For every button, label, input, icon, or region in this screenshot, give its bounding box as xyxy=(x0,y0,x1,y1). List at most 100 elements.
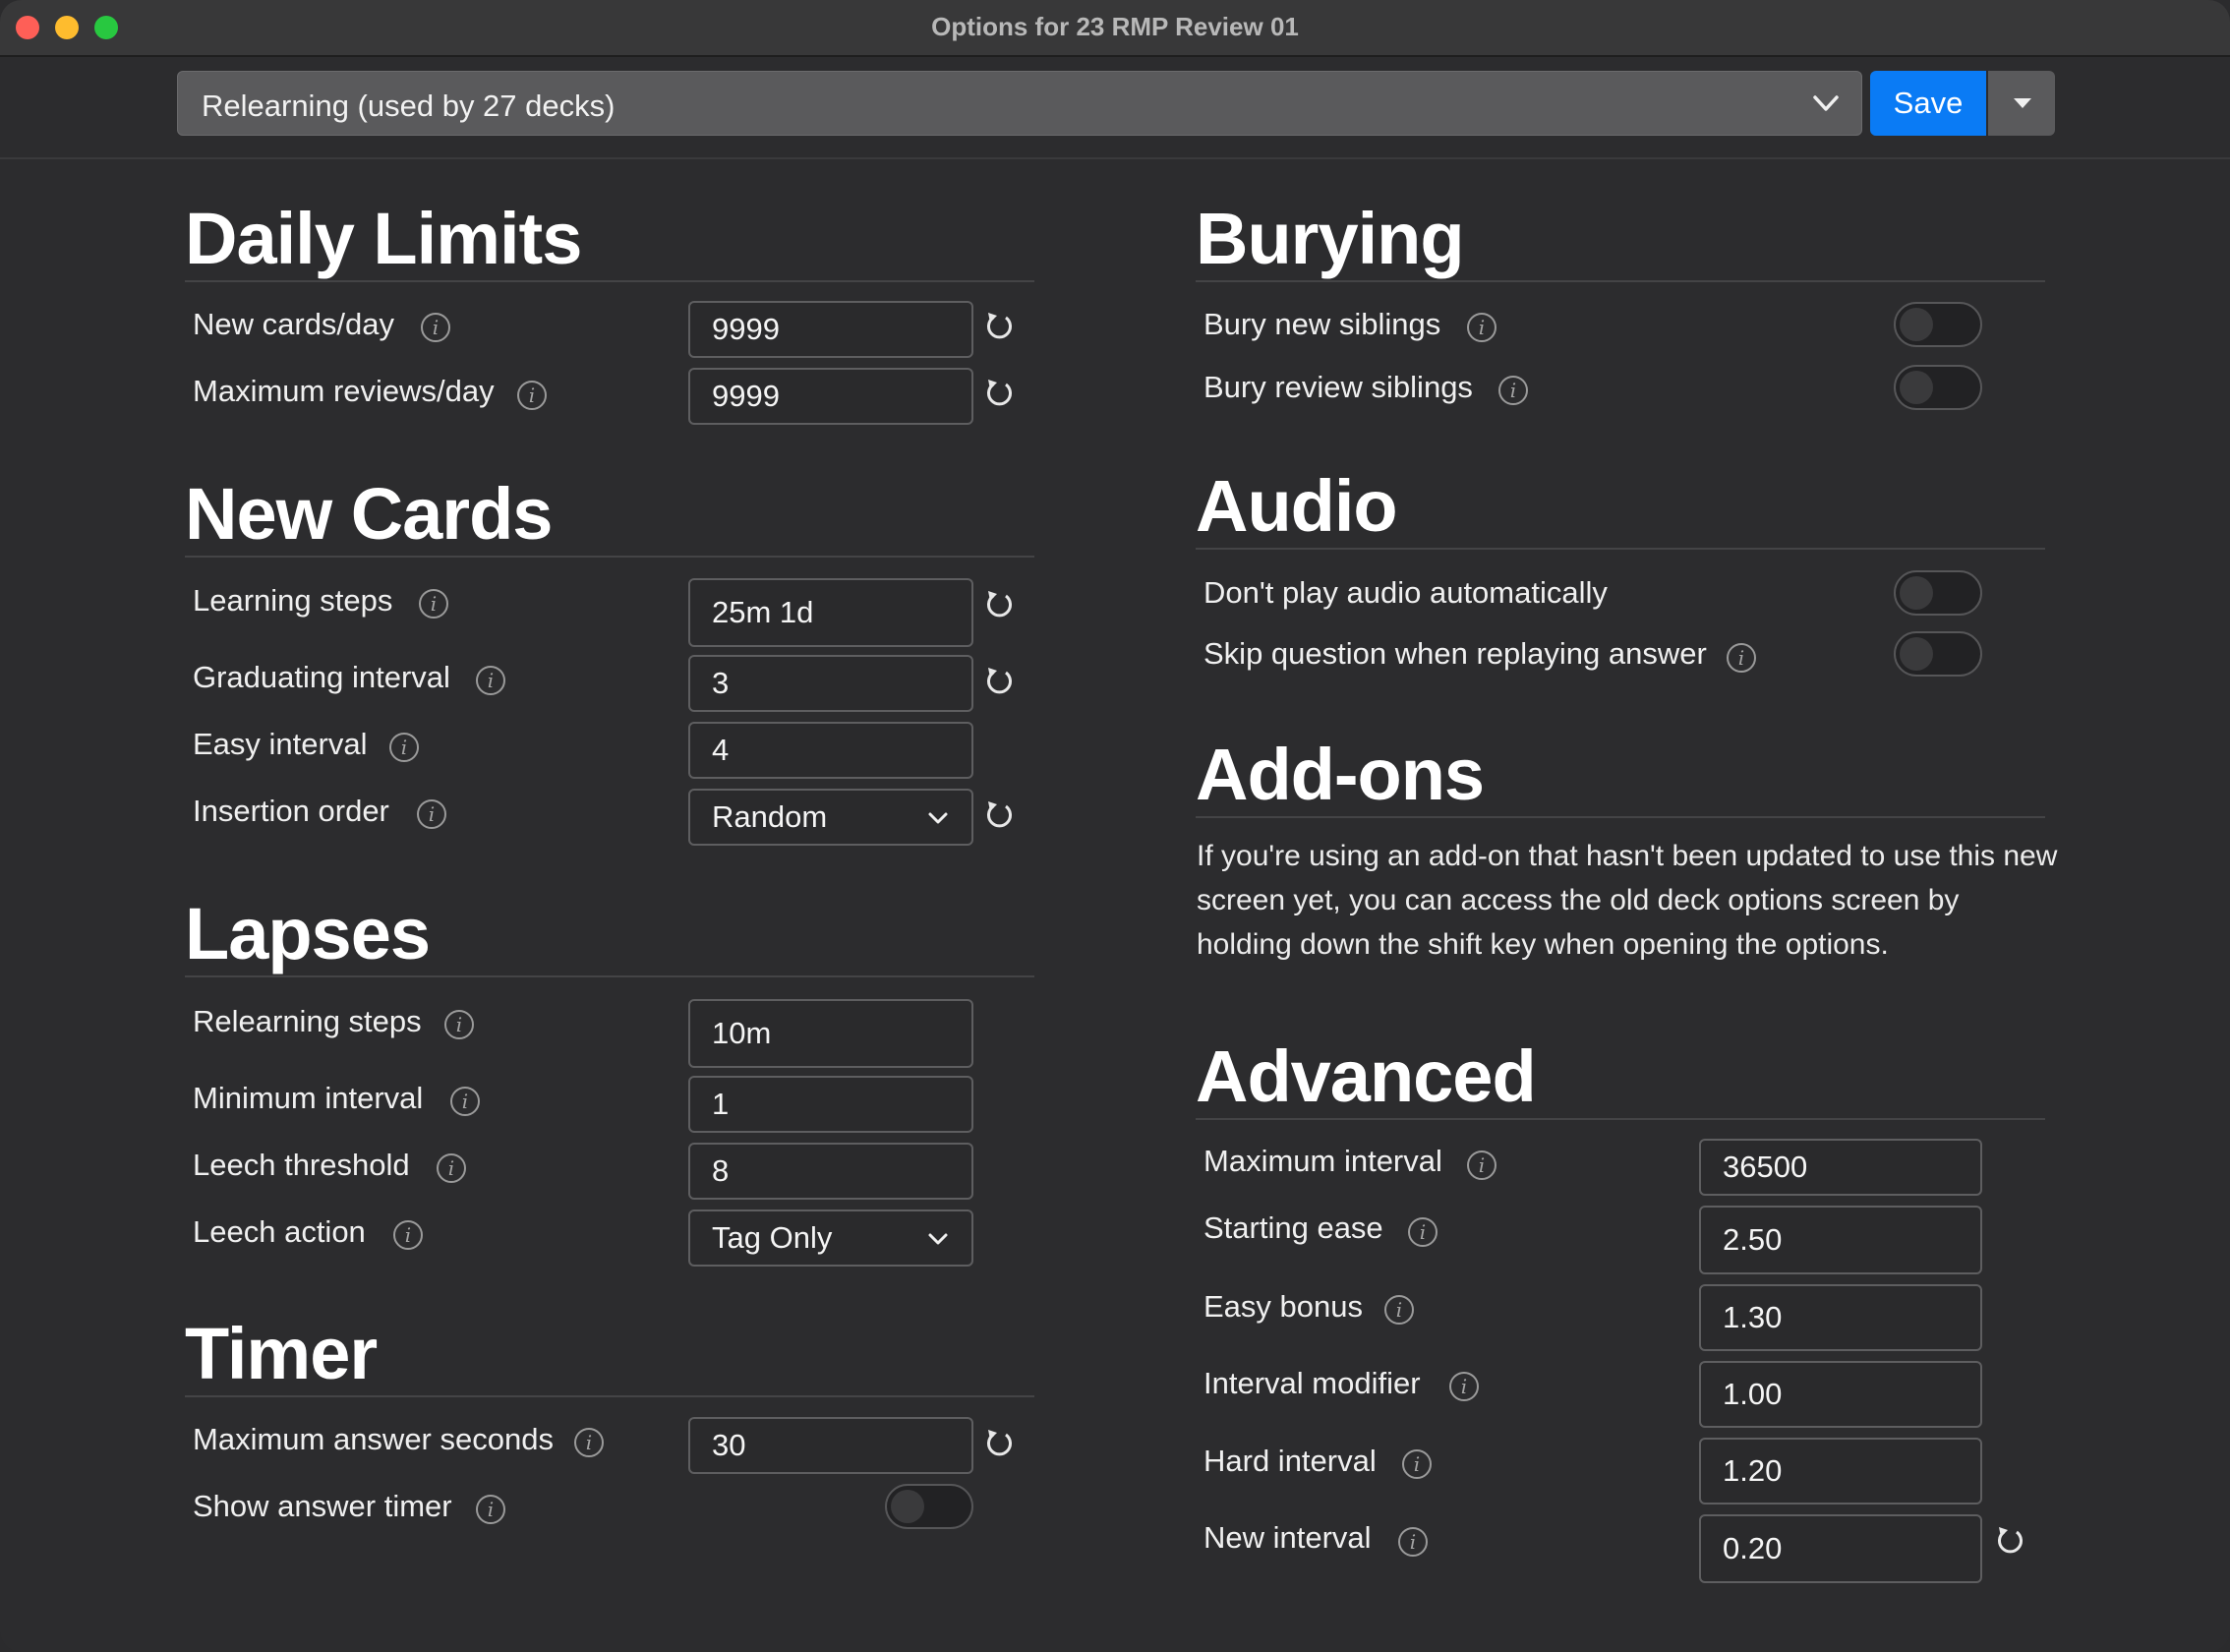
chevron-down-icon xyxy=(1813,95,1839,111)
new-interval-label: New interval xyxy=(1203,1520,1372,1555)
dont-play-audio-toggle[interactable] xyxy=(1894,570,1982,616)
bury-review-siblings-toggle[interactable] xyxy=(1894,365,1982,410)
timer-heading: Timer xyxy=(185,1313,378,1394)
maximum-interval-input[interactable]: 36500 xyxy=(1699,1139,1982,1196)
info-icon[interactable]: i xyxy=(417,799,446,829)
info-icon[interactable]: i xyxy=(1384,1295,1414,1325)
save-options-dropdown-button[interactable] xyxy=(1988,71,2055,136)
info-icon[interactable]: i xyxy=(574,1428,604,1457)
new-cards-heading: New Cards xyxy=(185,473,553,555)
reset-icon[interactable] xyxy=(982,377,1016,410)
maximum-reviews-per-day-label: Maximum reviews/day xyxy=(193,374,495,408)
bury-review-siblings-label: Bury review siblings xyxy=(1203,370,1473,404)
insertion-order-label: Insertion order xyxy=(193,794,389,828)
info-icon[interactable]: i xyxy=(1467,1150,1496,1180)
skip-question-toggle[interactable] xyxy=(1894,631,1982,677)
divider xyxy=(1196,816,2045,818)
info-icon[interactable]: i xyxy=(476,666,505,695)
learning-steps-label: Learning steps xyxy=(193,583,393,618)
easy-interval-label: Easy interval xyxy=(193,727,368,761)
bury-new-siblings-toggle[interactable] xyxy=(1894,302,1982,347)
info-icon[interactable]: i xyxy=(389,733,419,762)
learning-steps-input[interactable]: 25m 1d xyxy=(688,578,973,647)
leech-action-value: Tag Only xyxy=(712,1220,833,1255)
daily-limits-heading: Daily Limits xyxy=(185,198,582,279)
divider xyxy=(1196,1118,2045,1120)
preset-selector[interactable]: Relearning (used by 27 decks) xyxy=(177,71,1862,136)
show-answer-timer-toggle[interactable] xyxy=(885,1484,973,1529)
dont-play-audio-label: Don't play audio automatically xyxy=(1203,575,1608,610)
advanced-heading: Advanced xyxy=(1196,1035,1537,1117)
info-icon[interactable]: i xyxy=(437,1153,466,1183)
hard-interval-input[interactable]: 1.20 xyxy=(1699,1438,1982,1504)
toggle-knob xyxy=(1900,637,1933,671)
info-icon[interactable]: i xyxy=(1408,1217,1438,1247)
info-icon[interactable]: i xyxy=(1449,1372,1479,1401)
relearning-steps-input[interactable]: 10m xyxy=(688,999,973,1068)
starting-ease-label: Starting ease xyxy=(1203,1210,1383,1245)
info-icon[interactable]: i xyxy=(450,1087,480,1116)
bury-new-siblings-label: Bury new siblings xyxy=(1203,307,1441,341)
toggle-knob xyxy=(891,1490,924,1523)
divider xyxy=(185,280,1034,282)
leech-threshold-label: Leech threshold xyxy=(193,1148,410,1182)
insertion-order-value: Random xyxy=(712,799,828,834)
new-cards-per-day-input[interactable]: 9999 xyxy=(688,301,973,358)
graduating-interval-input[interactable]: 3 xyxy=(688,655,973,712)
info-icon[interactable]: i xyxy=(1398,1527,1428,1557)
toggle-knob xyxy=(1900,371,1933,404)
divider xyxy=(185,975,1034,977)
info-icon[interactable]: i xyxy=(421,313,450,342)
caret-down-icon xyxy=(2014,98,2031,108)
divider xyxy=(185,556,1034,558)
title-bar: Options for 23 RMP Review 01 xyxy=(0,0,2230,57)
info-icon[interactable]: i xyxy=(444,1010,474,1039)
window-title: Options for 23 RMP Review 01 xyxy=(931,12,1299,41)
new-interval-input[interactable]: 0.20 xyxy=(1699,1514,1982,1583)
deck-options-window: Options for 23 RMP Review 01 Relearning … xyxy=(0,0,2230,1652)
save-button[interactable]: Save xyxy=(1870,71,1986,136)
preset-toolbar: Relearning (used by 27 decks) Save xyxy=(0,57,2230,159)
leech-threshold-input[interactable]: 8 xyxy=(688,1143,973,1200)
reset-icon[interactable] xyxy=(982,1427,1016,1460)
minimum-interval-label: Minimum interval xyxy=(193,1081,424,1115)
lapses-heading: Lapses xyxy=(185,893,431,974)
relearning-steps-label: Relearning steps xyxy=(193,1004,422,1038)
leech-action-select[interactable]: Tag Only xyxy=(688,1210,973,1267)
leech-action-label: Leech action xyxy=(193,1214,366,1249)
addons-heading: Add-ons xyxy=(1196,734,1485,815)
info-icon[interactable]: i xyxy=(1402,1449,1432,1479)
info-icon[interactable]: i xyxy=(1467,313,1496,342)
burying-heading: Burying xyxy=(1196,198,1465,279)
skip-question-label: Skip question when replaying answer xyxy=(1203,636,1707,671)
chevron-down-icon xyxy=(928,1233,948,1245)
audio-heading: Audio xyxy=(1196,465,1398,547)
reset-icon[interactable] xyxy=(982,588,1016,621)
addons-description: If you're using an add-on that hasn't be… xyxy=(1197,840,2058,961)
reset-icon[interactable] xyxy=(982,798,1016,832)
reset-icon[interactable] xyxy=(1993,1524,2026,1558)
reset-icon[interactable] xyxy=(982,665,1016,698)
maximum-answer-seconds-input[interactable]: 30 xyxy=(688,1417,973,1474)
insertion-order-select[interactable]: Random xyxy=(688,789,973,846)
starting-ease-input[interactable]: 2.50 xyxy=(1699,1206,1982,1274)
chevron-down-icon xyxy=(928,812,948,824)
reset-icon[interactable] xyxy=(982,310,1016,343)
show-answer-timer-label: Show answer timer xyxy=(193,1489,452,1523)
interval-modifier-label: Interval modifier xyxy=(1203,1366,1421,1400)
info-icon[interactable]: i xyxy=(1727,643,1756,673)
maximum-reviews-per-day-input[interactable]: 9999 xyxy=(688,368,973,425)
minimum-interval-input[interactable]: 1 xyxy=(688,1076,973,1133)
easy-interval-input[interactable]: 4 xyxy=(688,722,973,779)
info-icon[interactable]: i xyxy=(393,1220,423,1250)
info-icon[interactable]: i xyxy=(419,589,448,619)
info-icon[interactable]: i xyxy=(1498,376,1528,405)
info-icon[interactable]: i xyxy=(476,1495,505,1524)
easy-bonus-input[interactable]: 1.30 xyxy=(1699,1284,1982,1351)
info-icon[interactable]: i xyxy=(517,381,547,410)
maximum-interval-label: Maximum interval xyxy=(1203,1144,1442,1178)
divider xyxy=(1196,280,2045,282)
divider xyxy=(185,1395,1034,1397)
toggle-knob xyxy=(1900,308,1933,341)
interval-modifier-input[interactable]: 1.00 xyxy=(1699,1361,1982,1428)
